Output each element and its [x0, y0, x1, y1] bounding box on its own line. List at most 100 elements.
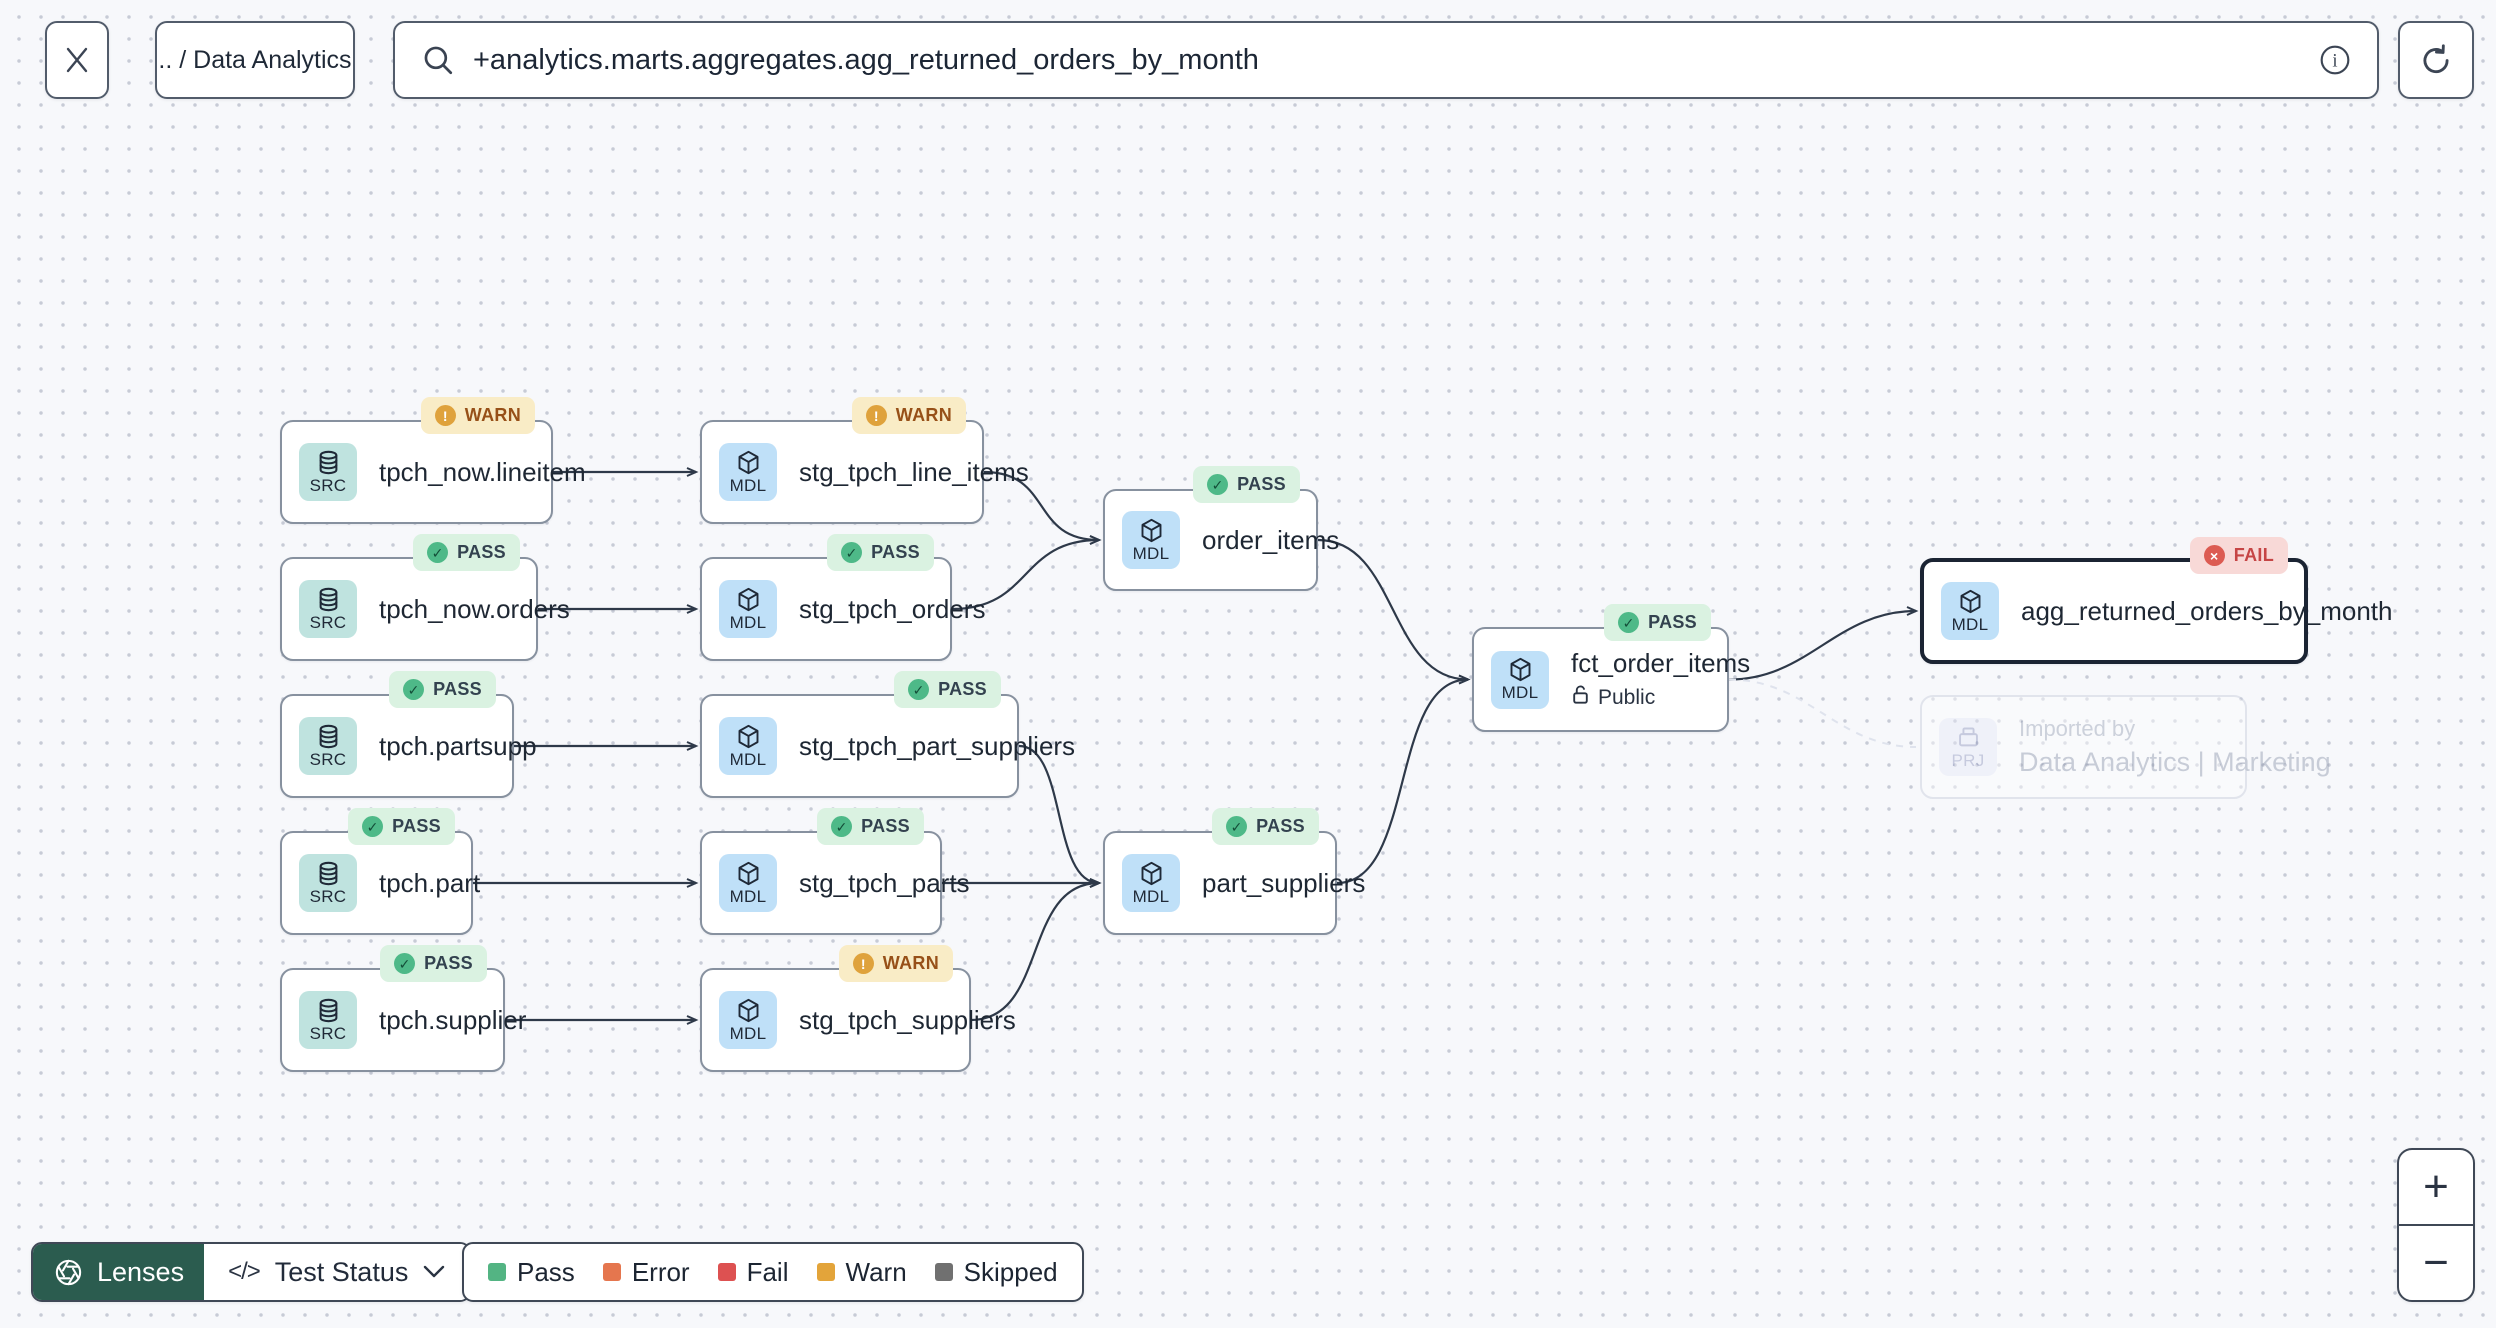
node-body: fct_order_items Public	[1571, 648, 1751, 711]
legend-label: Error	[631, 1256, 690, 1287]
node-subtitle: Imported by	[2019, 716, 2136, 741]
status-badge: ✓ PASS	[413, 534, 520, 571]
refresh-button[interactable]	[2398, 21, 2474, 99]
node-stg_tpch_suppliers[interactable]: MDL stg_tpch_suppliers ! WARN	[700, 945, 1016, 1072]
node-body: Imported by Data Analytics | Marketing	[2019, 716, 2331, 778]
search-bar[interactable]: i	[393, 21, 2379, 99]
cube-icon: MDL	[1122, 511, 1180, 569]
status-badge: ✓ PASS	[1604, 604, 1711, 641]
status-dot-icon: ✓	[831, 816, 853, 837]
node-label: Data Analytics | Marketing	[2019, 747, 2331, 777]
node-tpch_part[interactable]: SRC tpch.part ✓ PASS	[280, 808, 480, 935]
project-icon: PRJ	[1939, 718, 1997, 776]
legend-item-error: Error	[602, 1256, 690, 1288]
node-label: stg_tpch_part_suppliers	[799, 730, 1076, 761]
status-dot-icon: ✓	[1226, 816, 1248, 837]
node-stg_tpch_orders[interactable]: MDL stg_tpch_orders ✓ PASS	[700, 534, 986, 661]
node-body: stg_tpch_orders	[799, 593, 986, 625]
node-tpch_now_orders[interactable]: SRC tpch_now.orders ✓ PASS	[280, 534, 570, 661]
status-dot-icon: !	[434, 405, 456, 426]
zoom-in-button[interactable]: +	[2399, 1150, 2473, 1224]
lens-selector[interactable]: </> Test Status	[204, 1244, 470, 1300]
status-dot-icon: ✓	[841, 542, 863, 563]
zoom-out-button[interactable]: −	[2399, 1226, 2473, 1300]
legend-label: Skipped	[963, 1256, 1058, 1287]
status-dot-icon: ✓	[394, 953, 416, 974]
node-tpch_now_lineitem[interactable]: SRC tpch_now.lineitem ! WARN	[280, 397, 586, 524]
status-dot-icon: ✓	[403, 679, 425, 700]
node-label: order_items	[1202, 524, 1340, 555]
node-body: order_items	[1202, 524, 1340, 556]
search-input[interactable]	[473, 43, 2301, 77]
node-stg_tpch_line_items[interactable]: MDL stg_tpch_line_items ! WARN	[700, 397, 1029, 524]
status-badge: ✓ PASS	[389, 671, 496, 708]
legend-item-fail: Fail	[717, 1256, 789, 1288]
unlock-icon	[1571, 684, 1590, 711]
node-kind-label: MDL	[729, 1023, 767, 1043]
code-icon: </>	[228, 1258, 261, 1285]
node-label: stg_tpch_suppliers	[799, 1004, 1016, 1035]
info-icon[interactable]: i	[2319, 44, 2351, 76]
status-dot-icon: ✓	[908, 679, 930, 700]
status-legend: Pass Error Fail Warn Skipped	[462, 1242, 1084, 1302]
cube-icon: MDL	[1122, 854, 1180, 912]
node-part_suppliers[interactable]: MDL part_suppliers ✓ PASS	[1103, 808, 1365, 935]
node-kind-label: MDL	[729, 612, 767, 632]
svg-text:i: i	[2332, 51, 2337, 72]
breadcrumb[interactable]: .. / Data Analytics	[155, 21, 355, 99]
status-badge: ✓ PASS	[348, 808, 455, 845]
legend-swatch	[488, 1263, 506, 1281]
node-fct_order_items[interactable]: MDL fct_order_items Public ✓ PASS	[1472, 604, 1751, 732]
node-stg_tpch_part_suppliers[interactable]: MDL stg_tpch_part_suppliers ✓ PASS	[700, 671, 1076, 798]
status-badge: ✓ PASS	[1193, 466, 1300, 503]
legend-swatch	[816, 1263, 835, 1281]
database-icon: SRC	[299, 717, 357, 775]
status-dot-icon: ✓	[362, 816, 384, 837]
node-label: fct_order_items	[1571, 648, 1751, 678]
node-label: stg_tpch_line_items	[799, 456, 1029, 487]
node-kind-label: MDL	[729, 475, 767, 495]
legend-label: Warn	[845, 1256, 907, 1287]
status-badge: ! WARN	[851, 397, 966, 434]
node-order_items[interactable]: MDL order_items ✓ PASS	[1103, 466, 1340, 591]
node-stg_tpch_parts[interactable]: MDL stg_tpch_parts ✓ PASS	[700, 808, 970, 935]
legend-swatch	[717, 1263, 736, 1281]
legend-label: Pass	[517, 1256, 575, 1287]
node-kind-label: SRC	[309, 749, 347, 769]
node-kind-label: PRJ	[1951, 750, 1985, 770]
legend-label: Fail	[746, 1256, 789, 1287]
node-label: stg_tpch_parts	[799, 867, 970, 898]
refresh-icon	[2423, 44, 2449, 74]
status-badge: ✓ PASS	[380, 945, 487, 982]
status-dot-icon: ×	[2203, 545, 2225, 566]
search-icon	[424, 46, 453, 75]
legend-item-skipped: Skipped	[934, 1256, 1058, 1288]
node-tpch_partsupp[interactable]: SRC tpch.partsupp ✓ PASS	[280, 671, 537, 798]
node-kind-label: MDL	[1132, 543, 1170, 563]
node-kind-label: MDL	[1501, 683, 1539, 702]
node-kind-label: SRC	[309, 886, 347, 906]
node-label: tpch.supplier	[379, 1004, 527, 1035]
status-badge: ✓ PASS	[827, 534, 934, 571]
node-label: agg_returned_orders_by_month	[2021, 595, 2393, 626]
status-badge: ✓ PASS	[1212, 808, 1319, 845]
node-body: stg_tpch_suppliers	[799, 1004, 1016, 1036]
lenses-button[interactable]: Lenses	[33, 1244, 205, 1300]
database-icon: SRC	[299, 580, 357, 638]
cube-icon: MDL	[719, 580, 777, 638]
node-agg_returned_orders_by_month[interactable]: MDL agg_returned_orders_by_month × FAIL	[1920, 537, 2393, 664]
node-label: tpch_now.lineitem	[379, 456, 586, 487]
node-kind-label: SRC	[309, 612, 347, 632]
status-badge: ✓ PASS	[894, 671, 1001, 708]
close-button[interactable]	[45, 21, 109, 99]
node-kind-label: MDL	[729, 749, 767, 769]
node-label: stg_tpch_orders	[799, 593, 986, 624]
node-body: tpch.part	[379, 868, 480, 899]
status-dot-icon: ✓	[427, 542, 449, 563]
node-tpch_supplier[interactable]: SRC tpch.supplier ✓ PASS	[280, 945, 527, 1072]
status-dot-icon: !	[865, 405, 887, 426]
close-icon	[66, 47, 88, 73]
cube-icon: MDL	[719, 854, 777, 912]
legend-swatch	[934, 1263, 953, 1281]
node-body: tpch_now.lineitem	[379, 456, 586, 488]
